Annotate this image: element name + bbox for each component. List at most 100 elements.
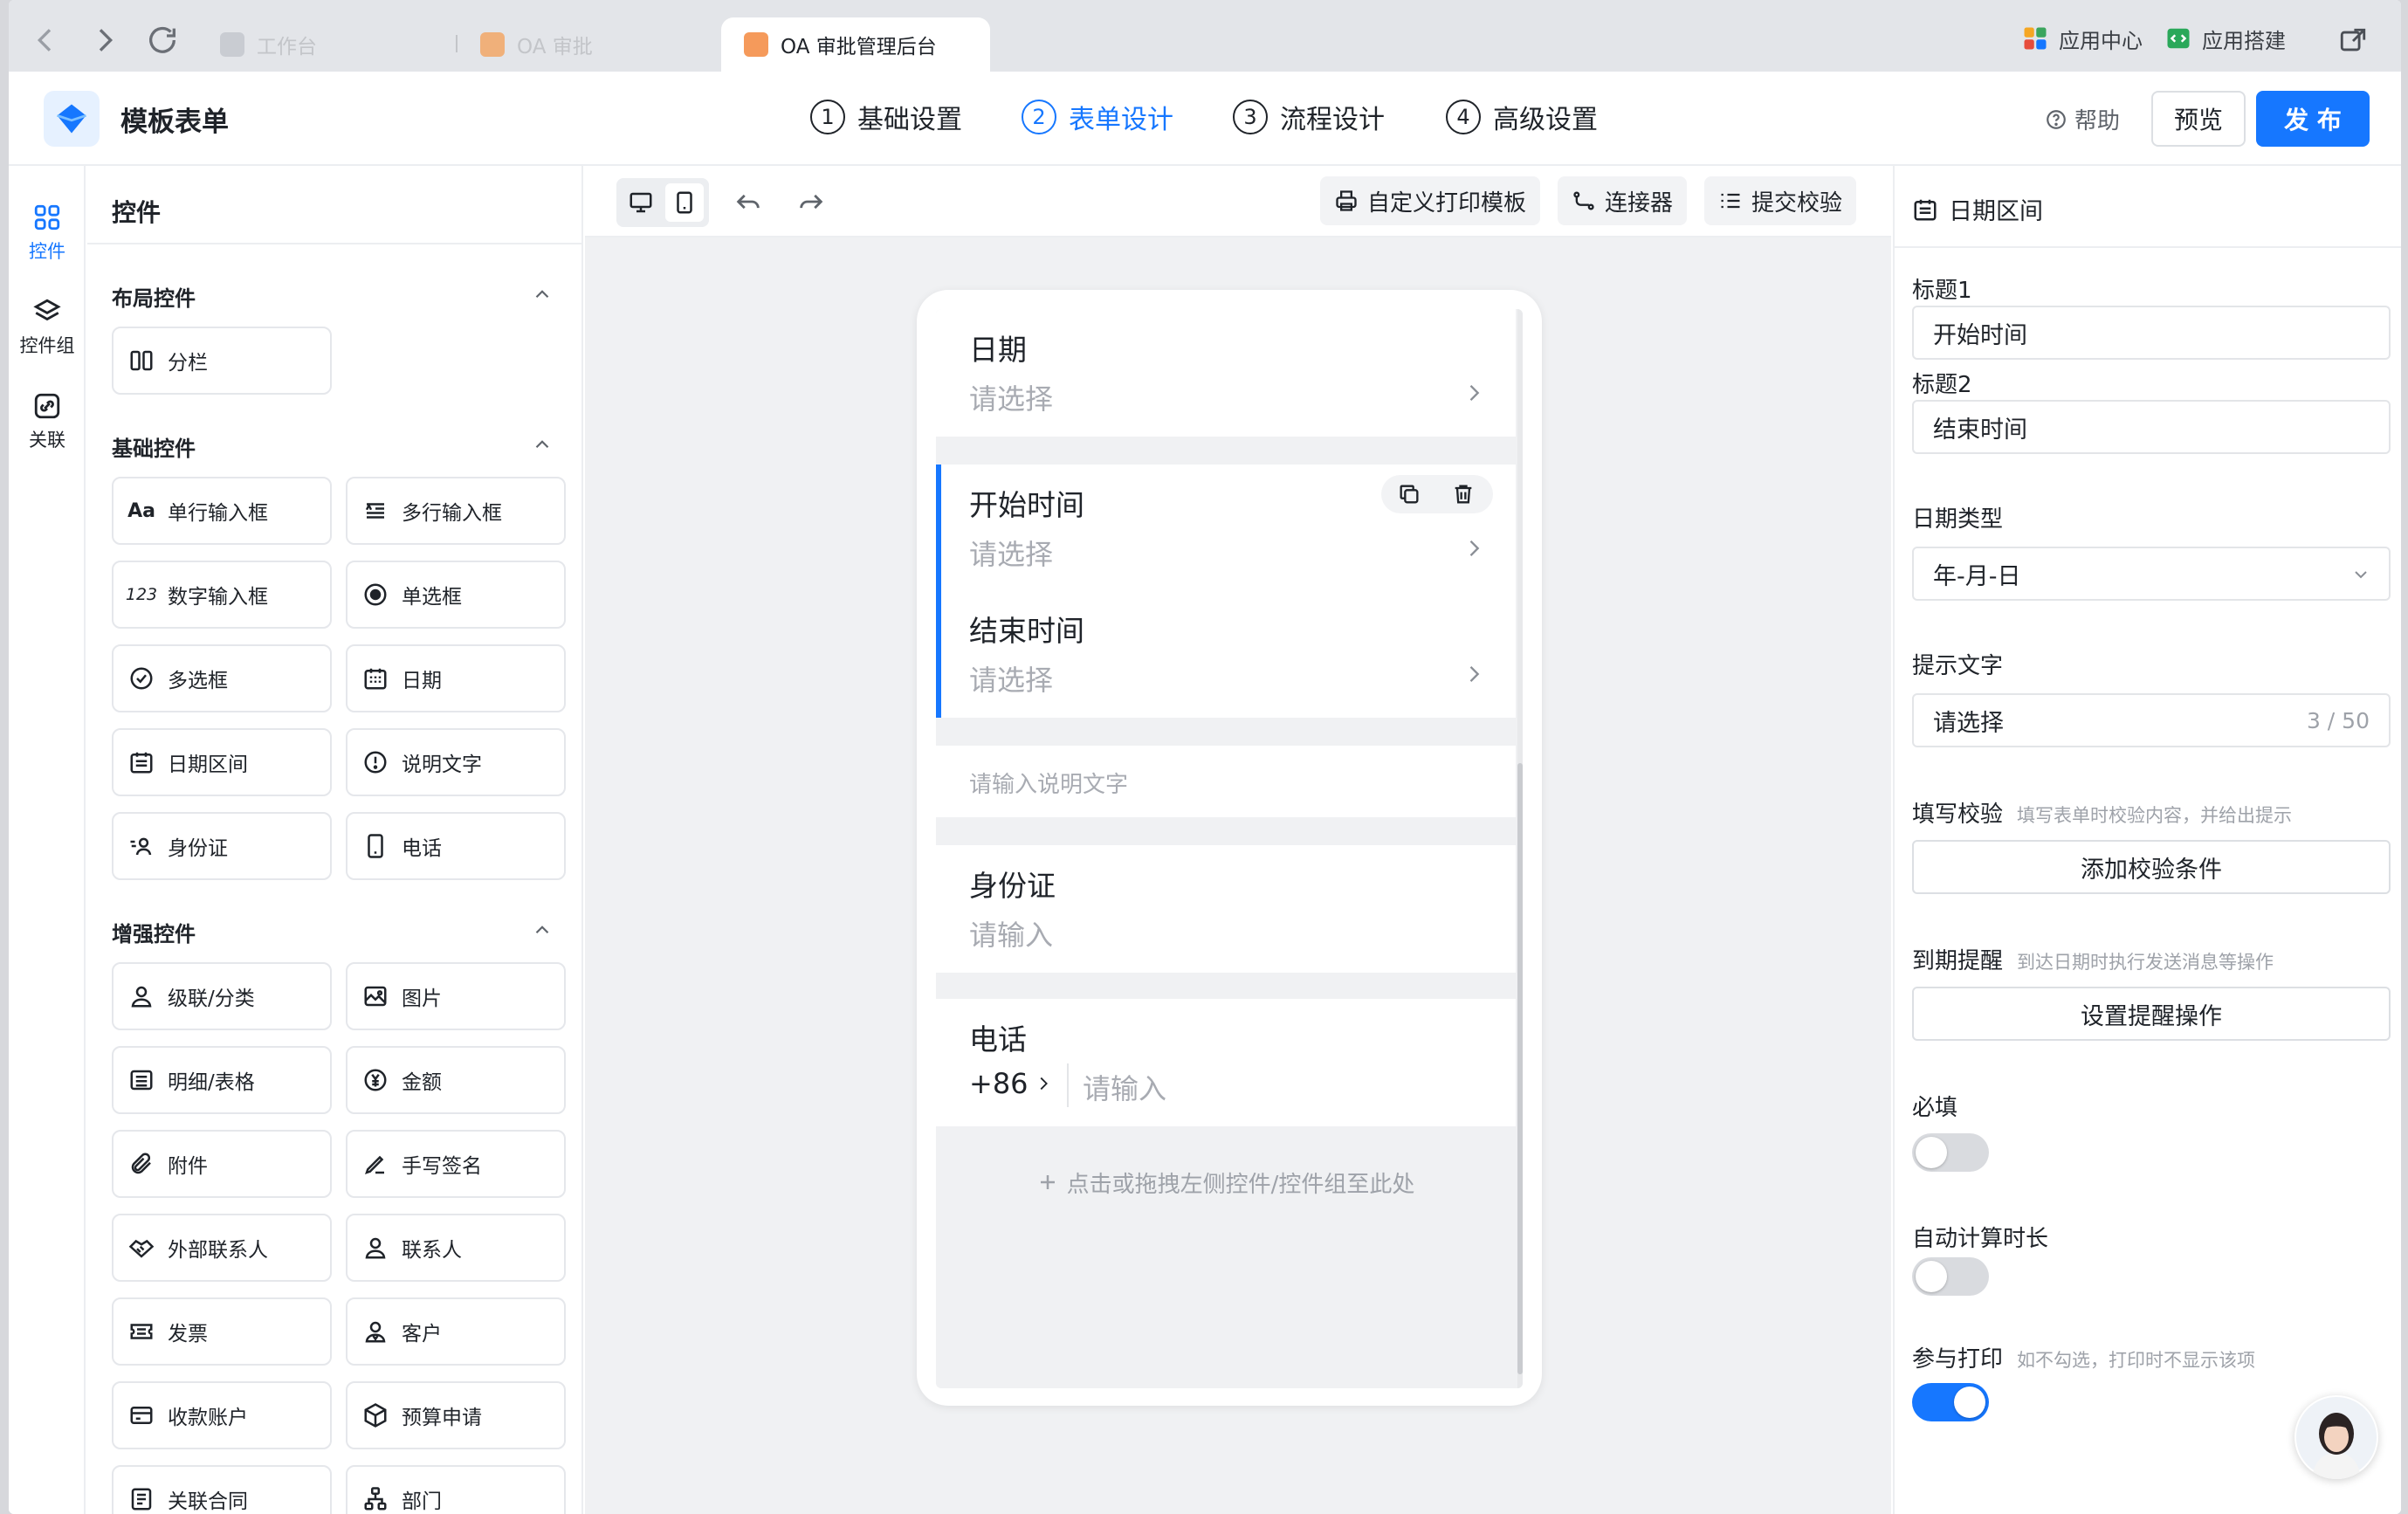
form-field-id-card[interactable]: 身份证 请输入 bbox=[936, 845, 1516, 973]
widget-description-text[interactable]: 说明文字 bbox=[346, 728, 566, 796]
widget-department[interactable]: 部门 bbox=[346, 1465, 566, 1514]
widget-date-range[interactable]: 日期区间 bbox=[112, 728, 332, 796]
box-icon bbox=[361, 1401, 389, 1429]
widget-radio[interactable]: 单选框 bbox=[346, 561, 566, 629]
chevron-up-icon[interactable] bbox=[531, 919, 554, 941]
widget-contact[interactable]: 联系人 bbox=[346, 1214, 566, 1282]
redo-icon[interactable] bbox=[796, 187, 826, 217]
chevron-right-icon bbox=[1462, 662, 1486, 686]
widget-label: 外部联系人 bbox=[168, 1239, 268, 1262]
table-icon bbox=[127, 1066, 155, 1094]
step-flow-design[interactable]: 3 流程设计 bbox=[1233, 98, 1385, 136]
hint-text-value: 请选择 bbox=[1933, 709, 2004, 737]
rail-label: 控件 bbox=[29, 241, 65, 262]
scrollbar-thumb[interactable] bbox=[1517, 763, 1523, 1374]
date-type-label: 日期类型 bbox=[1912, 506, 2004, 533]
widget-image[interactable]: 图片 bbox=[346, 962, 566, 1030]
widget-detail-table[interactable]: 明细/表格 bbox=[112, 1046, 332, 1114]
columns-icon bbox=[127, 347, 155, 375]
delete-icon[interactable] bbox=[1451, 482, 1476, 506]
list-check-icon bbox=[1721, 193, 1740, 209]
id-card-icon bbox=[127, 832, 155, 860]
form-field-date-range-selected[interactable]: 开始时间 请选择 结束时间 请选择 bbox=[936, 465, 1516, 718]
browser-tab-oa-admin[interactable]: OA 审批管理后台 bbox=[721, 17, 990, 72]
app-center-button[interactable]: 应用中心 bbox=[2022, 19, 2143, 58]
custom-print-template-button[interactable]: 自定义打印模板 bbox=[1320, 176, 1541, 225]
widget-budget[interactable]: 预算申请 bbox=[346, 1381, 566, 1449]
form-field-date[interactable]: 日期 请选择 bbox=[936, 309, 1516, 437]
widget-number-input[interactable]: 123 数字输入框 bbox=[112, 561, 332, 629]
widget-single-line-input[interactable]: Aa 单行输入框 bbox=[112, 477, 332, 545]
title2-input[interactable]: 结束时间 bbox=[1912, 400, 2391, 454]
refresh-icon[interactable] bbox=[145, 23, 189, 66]
mobile-view-icon[interactable] bbox=[665, 183, 704, 222]
page-title: 模板表单 bbox=[120, 107, 229, 138]
validate-hint: 填写表单时校验内容，并给出提示 bbox=[2017, 805, 2293, 826]
date-type-value: 年-月-日 bbox=[1933, 562, 2021, 590]
connector-icon bbox=[1573, 191, 1594, 210]
back-icon[interactable] bbox=[28, 23, 72, 66]
add-validation-button[interactable]: 添加校验条件 bbox=[1912, 840, 2391, 894]
widget-payment-account[interactable]: 收款账户 bbox=[112, 1381, 332, 1449]
widget-id-card[interactable]: 身份证 bbox=[112, 812, 332, 880]
printer-icon bbox=[1336, 190, 1357, 211]
left-rail: 控件 控件组 关联 bbox=[9, 166, 86, 1514]
drop-zone[interactable]: 点击或拖拽左侧控件/控件组至此处 bbox=[936, 1147, 1516, 1217]
open-external-icon[interactable] bbox=[2338, 26, 2368, 56]
undo-icon[interactable] bbox=[733, 187, 763, 217]
desktop-icon[interactable] bbox=[622, 183, 660, 222]
chevron-up-icon[interactable] bbox=[531, 283, 554, 306]
widget-signature[interactable]: 手写签名 bbox=[346, 1130, 566, 1198]
auto-calc-toggle[interactable] bbox=[1912, 1257, 1989, 1296]
set-reminder-button[interactable]: 设置提醒操作 bbox=[1912, 987, 2391, 1041]
widget-label: 分栏 bbox=[168, 352, 208, 375]
chevron-up-icon[interactable] bbox=[531, 433, 554, 456]
print-toggle[interactable] bbox=[1912, 1383, 1989, 1421]
required-toggle[interactable] bbox=[1912, 1133, 1989, 1172]
widget-customer[interactable]: 客户 bbox=[346, 1297, 566, 1366]
step-basic-settings[interactable]: 1 基础设置 bbox=[810, 98, 962, 136]
widget-attachment[interactable]: 附件 bbox=[112, 1130, 332, 1198]
assistant-avatar[interactable] bbox=[2294, 1395, 2378, 1479]
widget-checkbox[interactable]: 多选框 bbox=[112, 644, 332, 712]
form-field-phone[interactable]: 电话 +86 请输入 bbox=[936, 999, 1516, 1126]
preview-button[interactable]: 预览 bbox=[2151, 91, 2246, 147]
help-button[interactable]: 帮助 bbox=[2045, 103, 2120, 135]
hint-text-input[interactable]: 请选择 3 / 50 bbox=[1912, 693, 2391, 747]
widget-external-contact[interactable]: 外部联系人 bbox=[112, 1214, 332, 1282]
widget-multi-line-input[interactable]: 多行输入框 bbox=[346, 477, 566, 545]
widget-related-contract[interactable]: 关联合同 bbox=[112, 1465, 332, 1514]
step-form-design[interactable]: 2 表单设计 bbox=[1022, 98, 1173, 136]
publish-button[interactable]: 发 布 bbox=[2256, 91, 2370, 147]
widget-label: 客户 bbox=[402, 1323, 442, 1345]
connector-label: 连接器 bbox=[1605, 189, 1674, 217]
text-aa-icon: Aa bbox=[127, 499, 155, 522]
browser-tab-oa[interactable]: OA 审批 bbox=[471, 17, 716, 72]
calendar-icon bbox=[361, 664, 389, 692]
image-icon bbox=[361, 982, 389, 1010]
step-advanced-settings[interactable]: 4 高级设置 bbox=[1446, 98, 1598, 136]
browser-tab-workbench[interactable]: 工作台 bbox=[211, 17, 464, 72]
forward-icon[interactable] bbox=[87, 23, 131, 66]
copy-icon[interactable] bbox=[1397, 482, 1421, 506]
rail-item-widgets[interactable]: 控件 bbox=[9, 203, 86, 264]
widget-phone[interactable]: 电话 bbox=[346, 812, 566, 880]
phone-country-code[interactable]: +86 bbox=[969, 1067, 1029, 1100]
widget-cascade[interactable]: 级联/分类 bbox=[112, 962, 332, 1030]
app-build-button[interactable]: 应用搭建 bbox=[2165, 19, 2286, 58]
submit-check-button[interactable]: 提交校验 bbox=[1704, 176, 1857, 225]
title1-input[interactable]: 开始时间 bbox=[1912, 306, 2391, 360]
oa-icon bbox=[480, 32, 505, 57]
connector-button[interactable]: 连接器 bbox=[1558, 176, 1688, 225]
widget-amount[interactable]: 金额 bbox=[346, 1046, 566, 1114]
widget-columns[interactable]: 分栏 bbox=[112, 327, 332, 395]
date-type-select[interactable]: 年-月-日 bbox=[1912, 547, 2391, 601]
widget-label: 日期区间 bbox=[168, 754, 248, 776]
auto-calc-label: 自动计算时长 bbox=[1912, 1226, 2049, 1252]
widget-date[interactable]: 日期 bbox=[346, 644, 566, 712]
chevron-right-icon bbox=[1462, 381, 1486, 405]
rail-item-widget-groups[interactable]: 控件组 bbox=[9, 297, 86, 358]
form-field-description[interactable]: 请输入说明文字 bbox=[936, 746, 1516, 817]
rail-item-relations[interactable]: 关联 bbox=[9, 391, 86, 452]
widget-invoice[interactable]: 发票 bbox=[112, 1297, 332, 1366]
